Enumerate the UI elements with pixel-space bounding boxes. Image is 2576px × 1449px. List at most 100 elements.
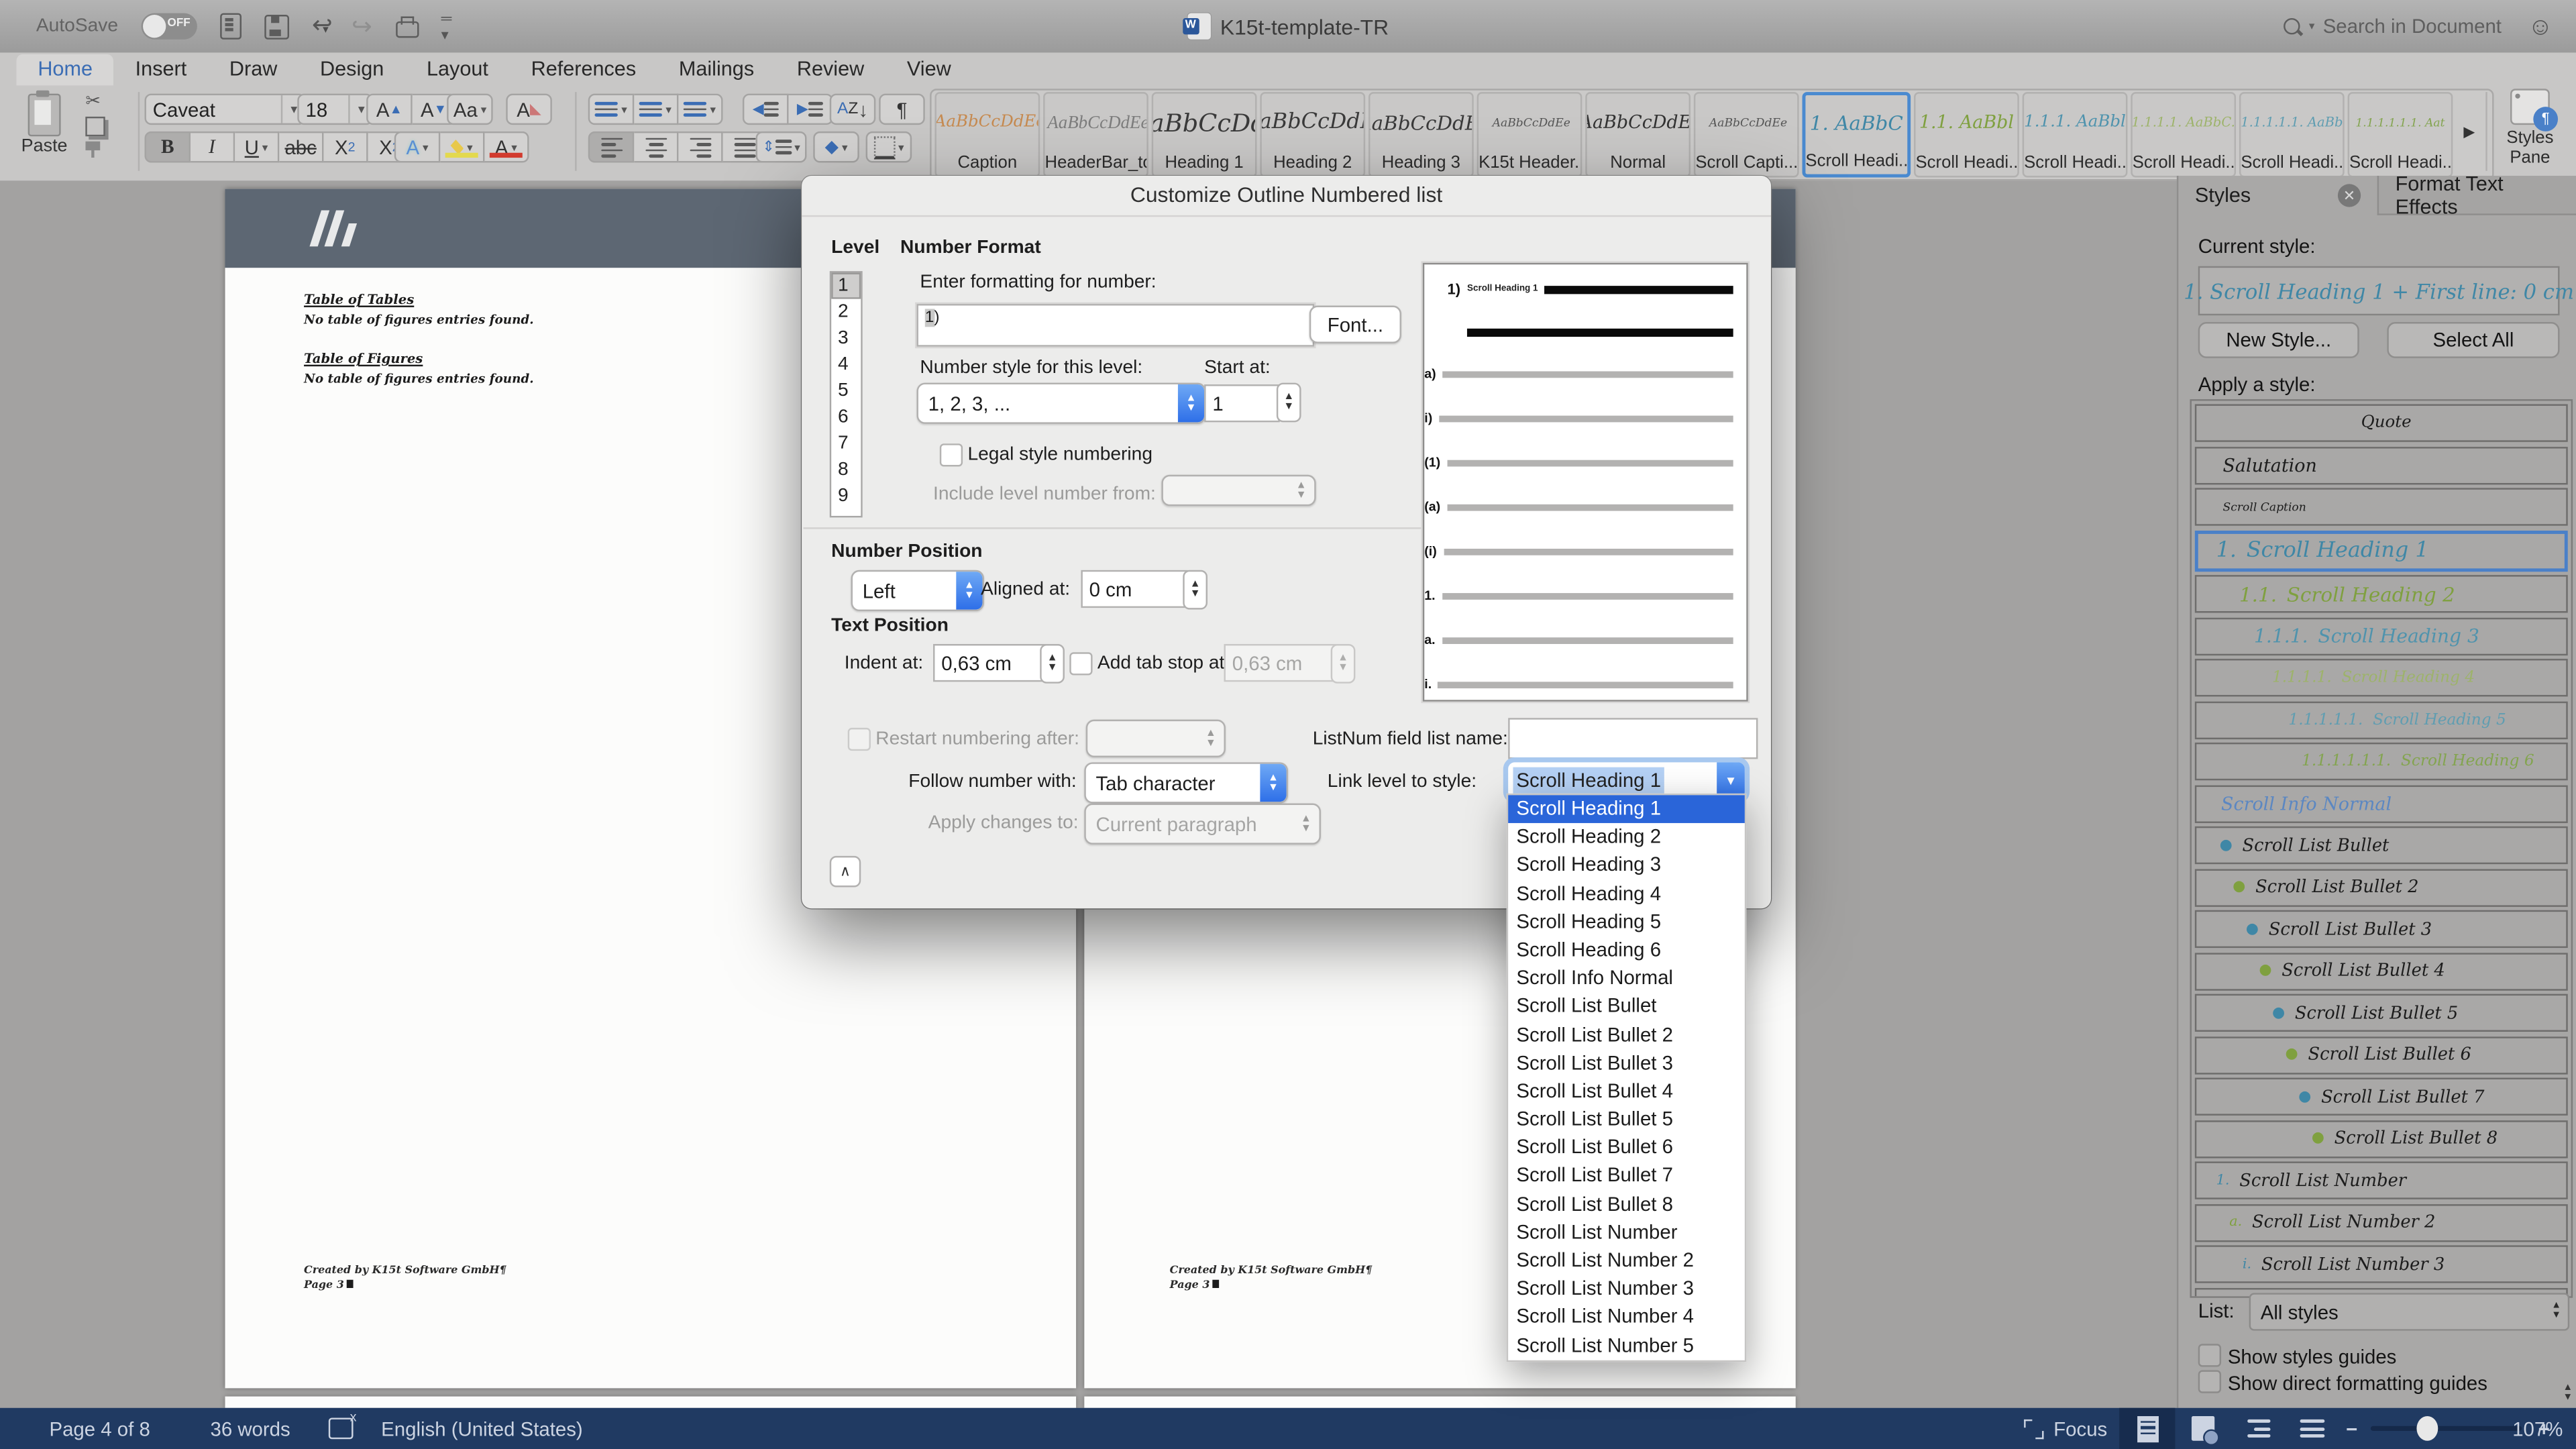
grow-font-button[interactable]: A▲ xyxy=(366,94,413,125)
line-spacing-button[interactable]: ⇕▾ xyxy=(756,131,807,163)
multilevel-list-button[interactable]: ▾ xyxy=(678,94,722,125)
bold-button[interactable]: B xyxy=(145,131,191,163)
borders-button[interactable]: ▾ xyxy=(866,131,912,163)
language-indicator[interactable]: English (United States) xyxy=(381,1408,583,1449)
search-caret-icon[interactable]: ▾ xyxy=(2309,19,2315,33)
proofing-status-icon[interactable] xyxy=(329,1408,354,1449)
aligned-at-input[interactable]: 0 cm xyxy=(1081,570,1187,608)
sort-button[interactable]: AZ↓ xyxy=(830,94,876,125)
paste-button[interactable]: Paste xyxy=(13,91,76,172)
dropdown-option[interactable]: Scroll List Bullet 5 xyxy=(1508,1106,1745,1134)
style-gallery-item[interactable]: 1.1.1.1. AaBbC. Scroll Headi... xyxy=(2131,92,2236,177)
style-list-item[interactable]: Salutation xyxy=(2195,446,2568,484)
legal-style-checkbox[interactable] xyxy=(940,443,963,466)
dropdown-option[interactable]: Scroll List Bullet 2 xyxy=(1508,1021,1745,1049)
tab-format-text-effects[interactable]: Format Text Effects xyxy=(2377,176,2576,215)
align-right-button[interactable] xyxy=(678,131,722,163)
dropdown-option[interactable]: Scroll List Number 2 xyxy=(1508,1247,1745,1275)
copy-icon[interactable] xyxy=(85,117,105,136)
style-list-item[interactable]: 1. Scroll List Number xyxy=(2195,1161,2568,1199)
text-effects-button[interactable]: A▾ xyxy=(394,131,441,163)
level-option[interactable]: 6 xyxy=(831,404,861,430)
dropdown-option[interactable]: Scroll List Bullet 6 xyxy=(1508,1134,1745,1162)
style-list-item[interactable]: 1.1.1.1.1. Scroll Heading 5 xyxy=(2195,700,2568,738)
ribbon-tab[interactable]: View xyxy=(885,54,972,86)
word-count[interactable]: 36 words xyxy=(210,1408,290,1449)
gallery-more-button[interactable]: ▶ xyxy=(2458,89,2481,174)
show-direct-formatting-checkbox[interactable] xyxy=(2198,1370,2221,1393)
style-list-item[interactable]: Scroll Info Normal xyxy=(2195,784,2568,822)
ribbon-tab[interactable]: Design xyxy=(299,54,405,86)
style-gallery-item[interactable]: AaBbCcDdEe Scroll Capti... xyxy=(1694,92,1799,177)
font-color-button[interactable]: A▾ xyxy=(484,131,529,163)
subscript-button[interactable]: X2 xyxy=(323,131,368,163)
cut-icon[interactable]: ✂ xyxy=(85,91,105,112)
font-button[interactable]: Font... xyxy=(1309,306,1401,343)
level-option[interactable]: 7 xyxy=(831,431,861,457)
aligned-at-stepper[interactable]: ▲▼ xyxy=(1183,570,1208,610)
ribbon-tab[interactable]: Review xyxy=(775,54,885,86)
align-left-button[interactable] xyxy=(588,131,635,163)
style-gallery-item[interactable]: AaBbCcDdEe HeaderBar_top xyxy=(1043,92,1148,177)
ribbon-tab[interactable]: Home xyxy=(16,54,113,86)
level-option[interactable]: 2 xyxy=(831,299,861,325)
style-gallery-item[interactable]: AaBbCcDdEe Normal xyxy=(1585,92,1690,177)
listnum-input[interactable] xyxy=(1508,718,1758,759)
level-option[interactable]: 1 xyxy=(831,273,861,299)
dropdown-option[interactable]: Scroll Heading 5 xyxy=(1508,908,1745,936)
style-list-item[interactable]: ● Scroll List Bullet 2 xyxy=(2195,868,2568,906)
strikethrough-button[interactable]: abc xyxy=(279,131,323,163)
indent-at-stepper[interactable]: ▲▼ xyxy=(1040,644,1065,684)
style-list-item[interactable]: ● Scroll List Bullet 4 xyxy=(2195,952,2568,989)
number-style-dropdown[interactable]: 1, 2, 3, ... ▲▼ xyxy=(917,383,1206,424)
style-gallery-item[interactable]: 1. AaBbC Scroll Headi... xyxy=(1803,92,1911,177)
close-icon[interactable]: ✕ xyxy=(2338,184,2361,207)
style-list-item[interactable]: 1.1.1. Scroll Heading 3 xyxy=(2195,617,2568,655)
start-at-stepper[interactable]: ▲▼ xyxy=(1277,383,1301,423)
clear-formatting-button[interactable]: A◣ xyxy=(506,94,552,125)
style-list-item[interactable]: Scroll Caption xyxy=(2195,488,2568,525)
format-painter-icon[interactable] xyxy=(85,142,100,158)
style-gallery-item[interactable]: AaBbCcDdEe Heading 3 xyxy=(1368,92,1474,177)
level-option[interactable]: 5 xyxy=(831,378,861,404)
focus-button[interactable]: Focus xyxy=(2024,1408,2107,1449)
dropdown-option[interactable]: Scroll Heading 3 xyxy=(1508,851,1745,879)
scrollbar-arrows[interactable]: ▲▼ xyxy=(2563,1383,2573,1403)
shading-button[interactable]: ⬥▾ xyxy=(813,131,859,163)
style-gallery-item[interactable]: AaBbCcDdEe Heading 2 xyxy=(1260,92,1365,177)
ribbon-tab[interactable]: Draw xyxy=(208,54,299,86)
font-name-combo[interactable]: Caveat ▾ xyxy=(145,94,306,125)
dropdown-option[interactable]: Scroll List Bullet 4 xyxy=(1508,1077,1745,1106)
collapse-dialog-button[interactable]: ∧ xyxy=(830,856,861,888)
style-gallery-item[interactable]: 1.1. AaBbl Scroll Headi... xyxy=(1914,92,2019,177)
dropdown-option[interactable]: Scroll Heading 1 xyxy=(1508,795,1745,823)
style-list-item[interactable]: ● Scroll List Bullet 5 xyxy=(2195,994,2568,1032)
search-box[interactable]: ▾ Search in Document xyxy=(2284,15,2502,38)
web-layout-view-button[interactable] xyxy=(2175,1408,2231,1449)
style-list-item[interactable]: i. Scroll List Number 3 xyxy=(2195,1245,2568,1283)
align-center-button[interactable] xyxy=(634,131,678,163)
add-tab-stop-checkbox[interactable] xyxy=(1069,652,1092,675)
ribbon-tab[interactable]: References xyxy=(510,54,657,86)
style-list-item[interactable]: ● Scroll List Bullet 3 xyxy=(2195,910,2568,948)
format-input[interactable]: 1) xyxy=(917,304,1315,347)
feedback-smiley-icon[interactable]: ☺ xyxy=(2528,12,2553,40)
italic-button[interactable]: I xyxy=(191,131,235,163)
ribbon-tab[interactable]: Insert xyxy=(114,54,208,86)
select-all-button[interactable]: Select All xyxy=(2387,322,2559,358)
page-indicator[interactable]: Page 4 of 8 xyxy=(49,1408,150,1449)
follow-number-dropdown[interactable]: Tab character ▲▼ xyxy=(1084,762,1288,803)
numbering-button[interactable]: ▾ xyxy=(634,94,678,125)
style-list-item[interactable]: ● Scroll List Bullet 8 xyxy=(2195,1120,2568,1157)
indent-at-input[interactable]: 0,63 cm xyxy=(933,644,1046,682)
position-dropdown[interactable]: Left ▲▼ xyxy=(851,570,984,611)
style-list-item[interactable]: ● Scroll List Bullet xyxy=(2195,826,2568,864)
show-paragraph-marks-button[interactable]: ¶ xyxy=(879,94,925,125)
level-option[interactable]: 4 xyxy=(831,352,861,378)
dropdown-option[interactable]: Scroll Heading 6 xyxy=(1508,936,1745,965)
ribbon-tab[interactable]: Mailings xyxy=(657,54,775,86)
print-layout-view-button[interactable] xyxy=(2119,1408,2175,1449)
dropdown-option[interactable]: Scroll Heading 2 xyxy=(1508,823,1745,851)
style-gallery-item[interactable]: 1.1.1.1.1. AaBb Scroll Headi... xyxy=(2239,92,2345,177)
underline-button[interactable]: U▾ xyxy=(235,131,279,163)
